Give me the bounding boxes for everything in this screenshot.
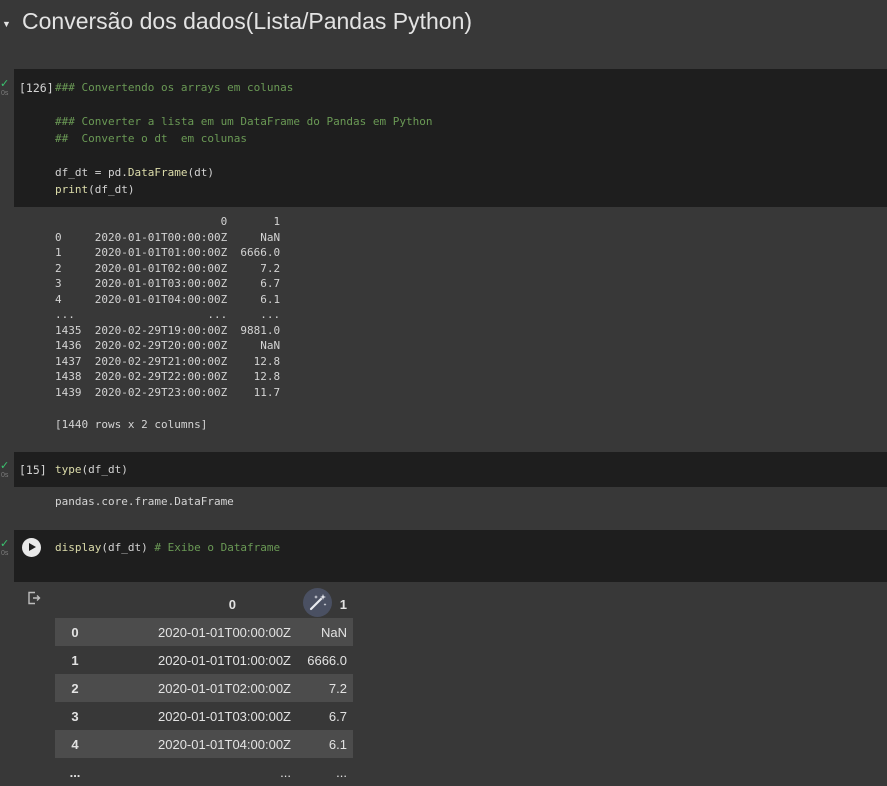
play-icon [29, 543, 36, 551]
table-row: 0 2020-01-01T00:00:00Z NaN [55, 618, 353, 646]
cell1-exec-time: 0s [1, 90, 9, 97]
cell2-exec-time: 0s [1, 472, 9, 479]
output-line: 1436 2020-02-29T20:00:00Z NaN [55, 339, 281, 352]
output-line: 1439 2020-02-29T23:00:00Z 11.7 [55, 385, 281, 399]
table-cell: NaN [320, 624, 347, 640]
output-line: pandas.core.frame.DataFrame [55, 495, 234, 508]
section-header: ▼ Conversão dos dados(Lista/Pandas Pytho… [0, 0, 887, 60]
table-cell: 7.2 [328, 680, 347, 696]
table-cell: 6666.0 [307, 652, 347, 668]
code-cell-3[interactable]: display(df_dt) # Exibe o Dataframe [14, 530, 887, 582]
output-line: 1 2020-01-01T01:00:00Z 6666.0 [55, 246, 281, 259]
row-index: 0 [71, 624, 79, 640]
table-cell: 2020-01-01T04:00:00Z [158, 736, 291, 752]
row-index: 1 [71, 652, 79, 668]
row-index: 4 [71, 736, 79, 752]
table-row: 1 2020-01-01T01:00:00Z 6666.0 [55, 646, 353, 674]
cell3-run-status: ✓ 0s [0, 538, 14, 558]
check-icon: ✓ [0, 538, 10, 550]
output-line: 1437 2020-02-29T21:00:00Z 12.8 [55, 354, 281, 368]
table-cell: 6.1 [328, 736, 347, 752]
code-comment: ### Converter a lista em um DataFrame do… [55, 115, 433, 128]
output-redirect-icon[interactable] [27, 591, 41, 605]
code-comment: ## Converte o dt em colunas [55, 132, 248, 145]
execution-count: [126] [19, 81, 54, 95]
output-line: 0 1 [55, 215, 281, 228]
table-row: 2 2020-01-01T02:00:00Z 7.2 [55, 674, 353, 702]
code-comment: ### Convertendo os arrays em colunas [55, 81, 294, 94]
table-cell: ... [336, 764, 347, 780]
table-cell: 6.7 [328, 708, 347, 724]
table-header-index [55, 590, 95, 618]
section-title: Conversão dos dados(Lista/Pandas Python) [22, 8, 473, 34]
cell3-exec-time: 0s [1, 550, 9, 557]
output-line: 1435 2020-02-29T19:00:00Z 9881.0 [55, 323, 281, 337]
table-header-row: 0 1 [55, 590, 353, 618]
row-index: ... [69, 764, 81, 780]
table-header-1: 1 [339, 596, 347, 612]
output-line: 3 2020-01-01T03:00:00Z 6.7 [55, 277, 281, 290]
execution-count: [15] [19, 463, 47, 477]
output-line: 1438 2020-02-29T22:00:00Z 12.8 [55, 370, 281, 383]
table-row: 3 2020-01-01T03:00:00Z 6.7 [55, 702, 353, 730]
check-icon: ✓ [0, 460, 10, 472]
code-line: display(df_dt) # Exibe o Dataframe [55, 541, 281, 554]
table-cell: 2020-01-01T02:00:00Z [158, 680, 291, 696]
output-line: 0 2020-01-01T00:00:00Z NaN [55, 230, 281, 244]
chevron-down-icon[interactable]: ▼ [2, 19, 12, 29]
output-line: 2 2020-01-01T02:00:00Z 7.2 [55, 261, 281, 275]
table-cell: 2020-01-01T03:00:00Z [158, 708, 291, 724]
table-row: ... ... ... [55, 758, 353, 786]
run-cell-button[interactable] [22, 538, 41, 557]
output-summary: [1440 rows x 2 columns] [55, 418, 208, 431]
cell1-run-status: ✓ 0s [0, 78, 14, 98]
row-index: 2 [71, 680, 79, 696]
code-cell-2[interactable]: [15] type(df_dt) [14, 452, 887, 487]
table-cell: ... [280, 764, 291, 780]
table-cell: 2020-01-01T00:00:00Z [158, 624, 291, 640]
row-index: 3 [71, 708, 79, 724]
code-cell-1[interactable]: [126] ### Convertendo os arrays em colun… [14, 69, 887, 207]
output-line: ... ... ... [55, 308, 281, 321]
output-line: 4 2020-01-01T04:00:00Z 6.1 [55, 292, 281, 306]
dataframe-table: 0 1 0 2020-01-01T00:00:00Z NaN 1 2020-01… [55, 590, 353, 786]
check-icon: ✓ [0, 78, 10, 90]
code-line: type(df_dt) [55, 463, 128, 476]
table-cell: 2020-01-01T01:00:00Z [158, 652, 291, 668]
table-header-0: 0 [228, 596, 236, 612]
code-line: df_dt = pd.DataFrame(dt) [55, 166, 214, 179]
code-line: print(df_dt) [55, 183, 135, 196]
table-row: 4 2020-01-01T04:00:00Z 6.1 [55, 730, 353, 758]
cell2-run-status: ✓ 0s [0, 460, 14, 480]
